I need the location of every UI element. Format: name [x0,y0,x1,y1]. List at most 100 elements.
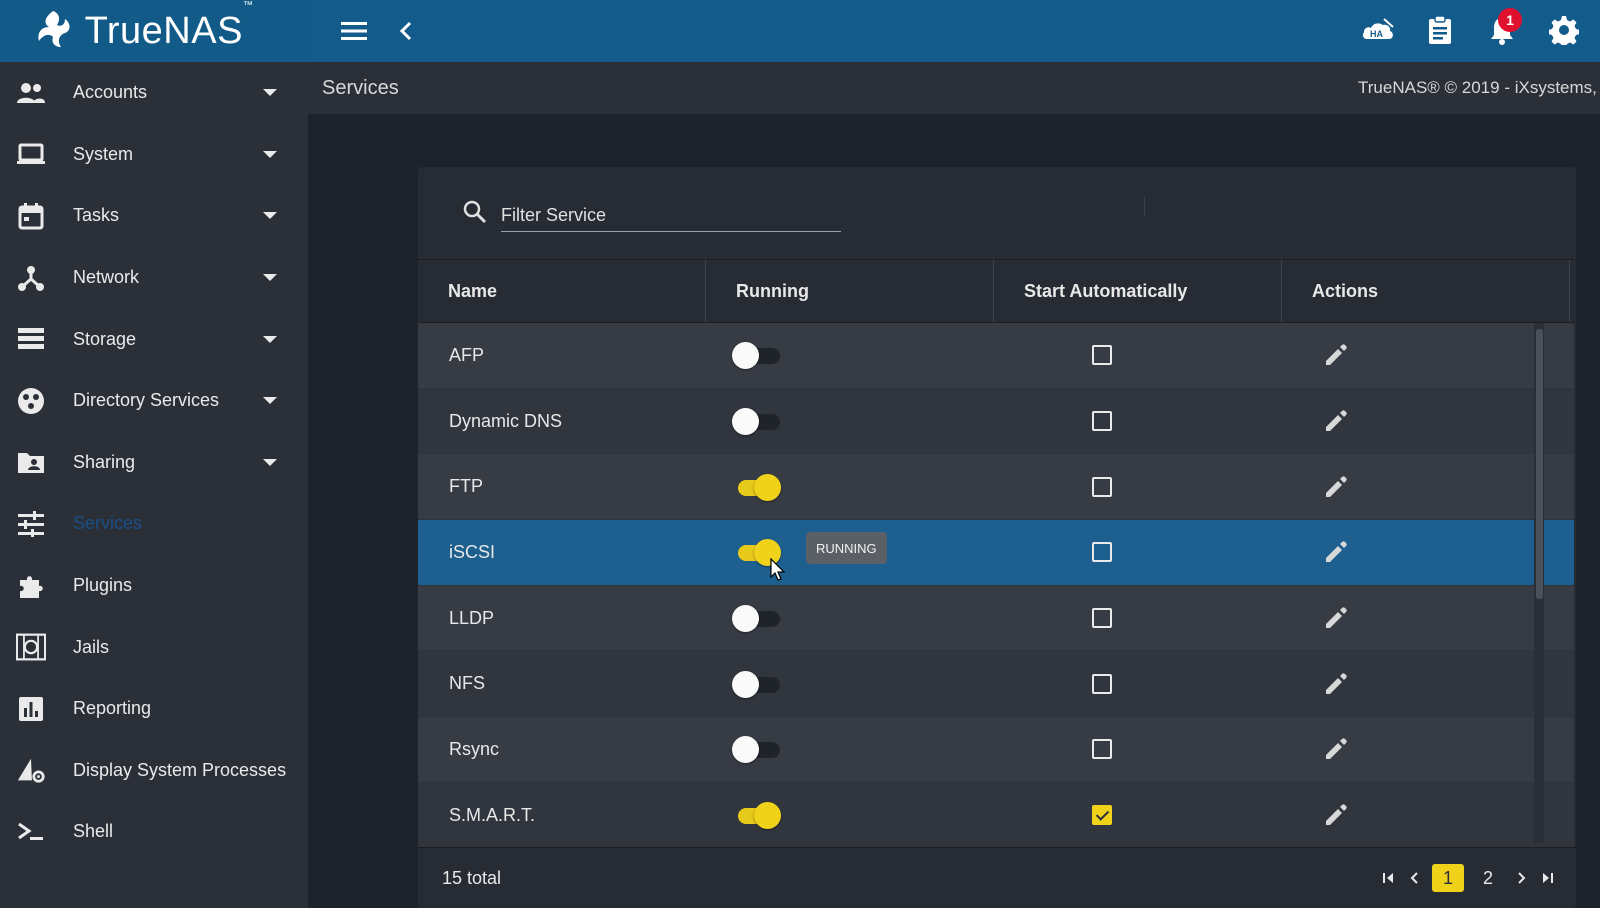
edit-icon[interactable] [1323,408,1349,434]
table-row[interactable]: LLDP [418,585,1574,652]
start-automatically-checkbox[interactable] [1092,542,1112,563]
table-row[interactable]: NFS [418,651,1574,718]
total-count: 15 total [442,868,502,888]
column-header-name[interactable]: Name [418,260,706,322]
service-name: NFS [449,673,485,694]
edit-icon[interactable] [1323,802,1349,828]
column-header-start-automatically[interactable]: Start Automatically [994,260,1282,322]
table-row[interactable]: Rsync [418,717,1574,783]
sidebar-item-label: Services [73,513,143,534]
table-row[interactable]: FTP [418,454,1574,521]
processes-icon [16,755,46,785]
filter-service-input[interactable] [501,200,841,232]
folder-share-icon [16,447,46,477]
notification-count-badge: 1 [1498,8,1522,32]
next-page-button[interactable] [1512,869,1530,887]
table-scrollbar[interactable] [1534,323,1544,843]
table-row[interactable]: AFP [418,323,1574,389]
sidebar-item-directory-services[interactable]: Directory Services [0,370,308,432]
last-page-button[interactable] [1538,869,1556,887]
service-name: iSCSI [449,541,496,562]
sidebar-item-accounts[interactable]: Accounts [0,62,308,124]
sidebar-item-sharing[interactable]: Sharing [0,432,308,494]
caret-down-icon[interactable] [263,335,277,343]
caret-down-icon[interactable] [263,397,277,405]
services-card: Name Running Start Automatically Actions… [418,167,1576,908]
sidebar-item-services[interactable]: Services [0,493,308,555]
storage-icon [16,324,46,354]
toggle-knob [732,408,759,436]
start-automatically-checkbox[interactable] [1092,805,1112,826]
start-automatically-checkbox[interactable] [1092,608,1112,629]
sidebar-item-label: Plugins [73,575,133,596]
start-automatically-checkbox[interactable] [1092,739,1112,760]
running-toggle[interactable] [732,605,780,633]
running-toggle[interactable] [732,802,781,830]
caret-down-icon[interactable] [263,274,277,282]
caret-down-icon[interactable] [263,150,277,158]
collapse-sidebar-button[interactable] [391,16,421,46]
notifications-button[interactable]: 1 [1484,8,1522,48]
jail-icon [16,632,46,662]
edit-icon[interactable] [1323,671,1349,697]
edit-icon[interactable] [1323,605,1349,631]
running-toggle[interactable] [732,670,780,698]
running-toggle[interactable] [732,473,781,501]
sidebar-item-jails[interactable]: Jails [0,616,308,678]
sidebar-item-plugins[interactable]: Plugins [0,555,308,617]
menu-toggle-button[interactable] [339,16,369,46]
task-manager-button[interactable] [1422,12,1458,48]
edit-icon[interactable] [1323,342,1349,368]
sidebar-item-network[interactable]: Network [0,247,308,309]
edit-icon[interactable] [1323,736,1349,762]
sidebar-item-storage[interactable]: Storage [0,308,308,370]
caret-down-icon[interactable] [263,212,277,220]
start-automatically-checkbox[interactable] [1092,411,1112,432]
sidebar-item-label: Shell [73,821,114,842]
running-toggle[interactable] [732,736,780,764]
settings-button[interactable] [1546,12,1582,48]
start-automatically-checkbox[interactable] [1092,673,1112,694]
caret-down-icon[interactable] [263,89,277,97]
running-toggle[interactable] [732,408,780,436]
column-header-running[interactable]: Running [706,260,994,322]
sidebar-item-label: System [73,143,134,164]
toggle-knob [732,736,759,764]
table-footer: 15 total 1 2 [418,847,1576,908]
sidebar-item-display-system-processes[interactable]: Display System Processes [0,740,308,802]
sidebar-item-tasks[interactable]: Tasks [0,185,308,247]
terminal-icon [16,817,46,847]
sidebar: Accounts System Tasks Network Storage Directo… [0,62,308,908]
table-row[interactable]: S.M.A.R.T. [418,782,1574,847]
top-bar: TrueNAS™ HA 1 [0,0,1600,62]
service-name: FTP [449,476,483,497]
sidebar-item-reporting[interactable]: Reporting [0,678,308,740]
accounts-icon [16,78,46,108]
laptop-icon [16,139,46,169]
calendar-icon [16,201,46,231]
page-1-button[interactable]: 1 [1432,864,1464,892]
running-toggle[interactable] [732,342,780,370]
toggle-knob [754,473,781,501]
sidebar-item-shell[interactable]: Shell [0,801,308,863]
table-row[interactable]: Dynamic DNS [418,388,1574,455]
service-name: Dynamic DNS [449,410,563,431]
chevron-right-icon [1518,872,1526,884]
table-body: AFP Dynamic DNS FTP iSCSI RUNNING LLDP NFS Rsyn… [418,323,1574,847]
scrollbar-thumb[interactable] [1536,329,1543,599]
edit-icon[interactable] [1323,539,1349,565]
table-row[interactable]: iSCSI RUNNING [418,520,1574,586]
edit-icon[interactable] [1323,474,1349,500]
start-automatically-checkbox[interactable] [1092,345,1112,366]
page-2-button[interactable]: 2 [1472,864,1504,892]
filter-row [418,167,1576,259]
chevron-left-icon [1410,872,1418,884]
caret-down-icon[interactable] [263,458,277,466]
sidebar-item-system[interactable]: System [0,124,308,186]
first-page-button[interactable] [1380,869,1398,887]
ha-status-button[interactable]: HA [1360,12,1396,48]
start-automatically-checkbox[interactable] [1092,476,1112,497]
previous-page-button[interactable] [1406,869,1424,887]
sidebar-item-label: Reporting [73,698,152,719]
page-title: Services [322,77,399,99]
